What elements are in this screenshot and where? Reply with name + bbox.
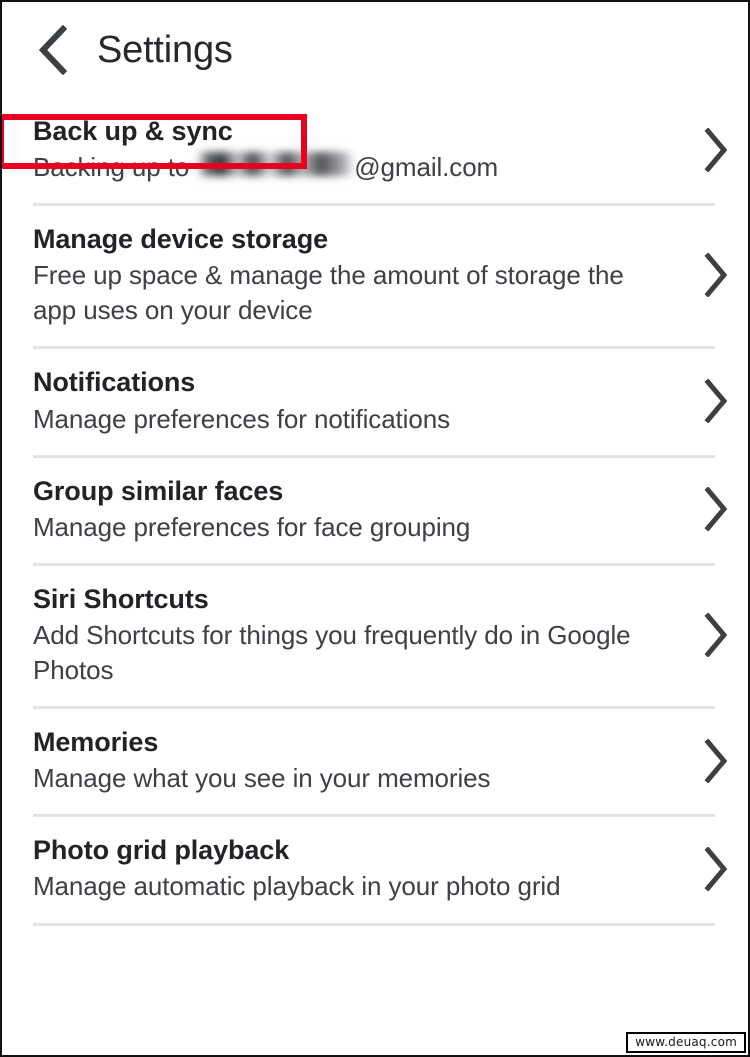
list-item-title: Memories (33, 727, 159, 758)
list-item-title: Group similar faces (33, 475, 284, 506)
list-item-subtitle: Manage what you see in your memories (33, 763, 491, 794)
chevron-right-button[interactable] (684, 487, 748, 532)
chevron-right-button[interactable] (684, 612, 748, 657)
list-item-subtitle: Manage preferences for face grouping (33, 511, 471, 542)
chevron-right-icon (703, 846, 729, 891)
list-item-title: Notifications (33, 367, 196, 398)
row-texts: Photo grid playback Manage automatic pla… (2, 833, 684, 904)
redacted-email-blur (197, 152, 353, 177)
chevron-right-icon (703, 127, 729, 172)
settings-screen: Settings Back up & sync Backing up to @g… (0, 0, 750, 1057)
backup-account-suffix: @gmail.com (354, 152, 499, 183)
back-button[interactable] (22, 19, 84, 81)
chevron-right-button[interactable] (684, 253, 748, 298)
list-item-subtitle: Backing up to @gmail.com (33, 150, 670, 185)
chevron-right-icon (703, 379, 729, 424)
chevron-right-icon (703, 738, 729, 783)
backup-account-prefix: Backing up to (33, 152, 190, 183)
list-item[interactable]: Notifications Manage preferences for not… (2, 349, 748, 454)
row-texts: Manage device storage Free up space & ma… (2, 222, 684, 328)
list-item[interactable]: Manage device storage Free up space & ma… (2, 206, 748, 346)
divider (33, 922, 715, 926)
chevron-right-button[interactable] (684, 379, 748, 424)
list-item[interactable]: Photo grid playback Manage automatic pla… (2, 817, 748, 922)
list-item-subtitle: Free up space & manage the amount of sto… (33, 260, 624, 326)
app-header: Settings (2, 2, 748, 98)
row-texts: Notifications Manage preferences for not… (2, 365, 684, 436)
list-item[interactable]: Group similar faces Manage preferences f… (2, 458, 748, 563)
chevron-right-button[interactable] (684, 127, 748, 172)
row-texts: Siri Shortcuts Add Shortcuts for things … (2, 582, 684, 688)
list-item-subtitle: Manage automatic playback in your photo … (33, 871, 561, 902)
chevron-right-icon (703, 253, 729, 298)
list-item[interactable]: Siri Shortcuts Add Shortcuts for things … (2, 566, 748, 706)
list-item-subtitle: Add Shortcuts for things you frequently … (33, 619, 631, 686)
chevron-right-icon (703, 612, 729, 657)
chevron-right-icon (703, 487, 729, 532)
row-texts: Back up & sync Backing up to @gmail.com (2, 114, 684, 185)
list-item[interactable]: Memories Manage what you see in your mem… (2, 709, 748, 814)
list-item-subtitle: Manage preferences for notifications (33, 403, 450, 434)
row-texts: Memories Manage what you see in your mem… (2, 725, 684, 796)
list-item[interactable]: Back up & sync Backing up to @gmail.com (2, 98, 748, 203)
chevron-right-button[interactable] (684, 846, 748, 891)
list-item-title: Photo grid playback (33, 835, 290, 866)
chevron-right-button[interactable] (684, 738, 748, 783)
settings-list: Back up & sync Backing up to @gmail.com … (2, 98, 748, 926)
list-item-title: Siri Shortcuts (33, 583, 209, 614)
watermark: www.deuaq.com (626, 1032, 746, 1053)
list-item-title: Manage device storage (33, 224, 329, 255)
row-texts: Group similar faces Manage preferences f… (2, 474, 684, 545)
chevron-left-icon (36, 25, 70, 75)
page-title: Settings (97, 29, 233, 71)
list-item-title: Back up & sync (33, 116, 233, 146)
